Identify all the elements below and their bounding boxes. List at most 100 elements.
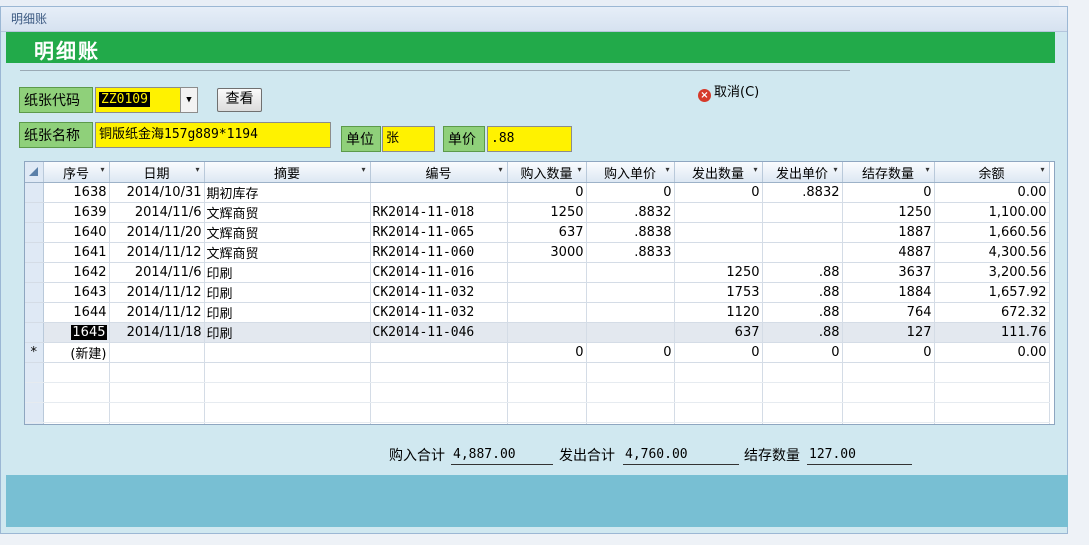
cell-out-price[interactable]: .88 xyxy=(762,322,843,343)
cell-out-qty[interactable]: 0 xyxy=(674,342,763,363)
cell-out-qty[interactable]: 637 xyxy=(674,322,763,343)
cell-in-qty[interactable] xyxy=(507,302,587,323)
cell-in-qty[interactable] xyxy=(507,322,587,343)
cell-out-qty[interactable]: 0 xyxy=(674,182,763,203)
chevron-down-icon[interactable]: ▼ xyxy=(180,88,197,112)
unit-field[interactable]: 张 xyxy=(382,126,435,152)
cell-code[interactable]: CK2014-11-032 xyxy=(370,302,508,323)
cell-code[interactable]: RK2014-11-065 xyxy=(370,222,508,243)
cell-code[interactable]: RK2014-11-060 xyxy=(370,242,508,263)
table-row-current[interactable]: 1645 2014/11/18 印刷 CK2014-11-046 637 .88… xyxy=(25,322,1050,343)
col-seq[interactable]: 序号 ▾ xyxy=(43,162,110,183)
ledger-table[interactable]: 序号 ▾ 日期 ▾ 摘要 ▾ 编号 ▾ 购入数量 ▾ 购入单价 ▾ 发出数量 ▾ 发出单价 ▾ … xyxy=(24,161,1055,425)
cell-in-qty[interactable]: 0 xyxy=(507,342,587,363)
cell-bal-qty[interactable]: 127 xyxy=(842,322,935,343)
col-date[interactable]: 日期 ▾ xyxy=(109,162,205,183)
cell-amount[interactable]: 0.00 xyxy=(934,182,1050,203)
cell-seq[interactable]: 1640 xyxy=(43,222,110,243)
cell-out-qty[interactable]: 1753 xyxy=(674,282,763,303)
cell-seq[interactable]: 1641 xyxy=(43,242,110,263)
row-selector[interactable] xyxy=(25,222,44,243)
table-row[interactable]: 1639 2014/11/6 文辉商贸 RK2014-11-018 1250 .… xyxy=(25,202,1050,223)
price-field[interactable]: .88 xyxy=(487,126,572,152)
cell-date[interactable]: 2014/11/6 xyxy=(109,202,205,223)
cell-summary[interactable]: 印刷 xyxy=(204,302,371,323)
cell-amount[interactable]: 672.32 xyxy=(934,302,1050,323)
cell-summary[interactable]: 文辉商贸 xyxy=(204,222,371,243)
cell-in-price[interactable]: 0 xyxy=(586,342,675,363)
col-in-price[interactable]: 购入单价 ▾ xyxy=(586,162,675,183)
cell-out-qty[interactable]: 1120 xyxy=(674,302,763,323)
cell-in-qty[interactable] xyxy=(507,282,587,303)
cell-seq[interactable]: (新建) xyxy=(43,342,110,363)
row-selector[interactable] xyxy=(25,282,44,303)
cell-seq[interactable]: 1638 xyxy=(43,182,110,203)
cell-date[interactable]: 2014/11/18 xyxy=(109,322,205,343)
cell-in-price[interactable] xyxy=(586,282,675,303)
col-out-price[interactable]: 发出单价 ▾ xyxy=(762,162,843,183)
cell-bal-qty[interactable]: 0 xyxy=(842,342,935,363)
cell-summary[interactable]: 文辉商贸 xyxy=(204,242,371,263)
cell-amount[interactable]: 4,300.56 xyxy=(934,242,1050,263)
paper-name-field[interactable]: 铜版纸金海157g889*1194 xyxy=(95,122,331,148)
table-row[interactable]: 1643 2014/11/12 印刷 CK2014-11-032 1753 .8… xyxy=(25,282,1050,303)
table-row[interactable]: 1638 2014/10/31 期初库存 0 0 0 .8832 0 0.00 xyxy=(25,182,1050,203)
cell-out-price[interactable]: .88 xyxy=(762,302,843,323)
cell-seq[interactable]: 1643 xyxy=(43,282,110,303)
cell-code[interactable] xyxy=(370,342,508,363)
cell-date[interactable]: 2014/11/12 xyxy=(109,242,205,263)
row-selector[interactable] xyxy=(25,322,44,343)
cell-amount[interactable]: 111.76 xyxy=(934,322,1050,343)
row-selector[interactable] xyxy=(25,302,44,323)
cell-out-qty[interactable] xyxy=(674,242,763,263)
col-in-qty[interactable]: 购入数量 ▾ xyxy=(507,162,587,183)
cell-bal-qty[interactable]: 1250 xyxy=(842,202,935,223)
cell-summary[interactable]: 文辉商贸 xyxy=(204,202,371,223)
cancel-button[interactable]: × 取消(C) xyxy=(698,84,759,102)
cell-bal-qty[interactable]: 764 xyxy=(842,302,935,323)
col-amount[interactable]: 余额 ▾ xyxy=(934,162,1050,183)
col-bal-qty[interactable]: 结存数量 ▾ xyxy=(842,162,935,183)
cell-in-qty[interactable]: 3000 xyxy=(507,242,587,263)
col-out-qty[interactable]: 发出数量 ▾ xyxy=(674,162,763,183)
new-record-row[interactable]: * (新建) 0 0 0 0 0 0.00 xyxy=(25,342,1050,363)
cell-date[interactable] xyxy=(109,342,205,363)
cell-seq[interactable]: 1642 xyxy=(43,262,110,283)
cell-amount[interactable]: 3,200.56 xyxy=(934,262,1050,283)
cell-bal-qty[interactable]: 0 xyxy=(842,182,935,203)
cell-in-price[interactable]: .8838 xyxy=(586,222,675,243)
cell-in-qty[interactable]: 1250 xyxy=(507,202,587,223)
cell-date[interactable]: 2014/11/12 xyxy=(109,302,205,323)
col-summary[interactable]: 摘要 ▾ xyxy=(204,162,371,183)
cell-out-price[interactable] xyxy=(762,242,843,263)
table-row[interactable]: 1642 2014/11/6 印刷 CK2014-11-016 1250 .88… xyxy=(25,262,1050,283)
cell-in-qty[interactable]: 0 xyxy=(507,182,587,203)
row-selector[interactable] xyxy=(25,262,44,283)
cell-bal-qty[interactable]: 4887 xyxy=(842,242,935,263)
cell-seq[interactable]: 1639 xyxy=(43,202,110,223)
cell-summary[interactable]: 印刷 xyxy=(204,262,371,283)
cell-summary[interactable]: 印刷 xyxy=(204,282,371,303)
cell-in-price[interactable] xyxy=(586,262,675,283)
cell-code[interactable]: CK2014-11-032 xyxy=(370,282,508,303)
cell-out-qty[interactable] xyxy=(674,222,763,243)
cell-date[interactable]: 2014/10/31 xyxy=(109,182,205,203)
cell-amount[interactable]: 1,100.00 xyxy=(934,202,1050,223)
row-selector[interactable] xyxy=(25,202,44,223)
cell-summary[interactable]: 期初库存 xyxy=(204,182,371,203)
row-selector[interactable] xyxy=(25,242,44,263)
cell-in-price[interactable]: 0 xyxy=(586,182,675,203)
cell-in-price[interactable] xyxy=(586,322,675,343)
row-selector[interactable] xyxy=(25,182,44,203)
select-all-corner[interactable] xyxy=(25,162,44,183)
cell-amount[interactable]: 1,660.56 xyxy=(934,222,1050,243)
cell-out-price[interactable]: .88 xyxy=(762,282,843,303)
cell-date[interactable]: 2014/11/20 xyxy=(109,222,205,243)
paper-code-combo[interactable]: ZZ0109 ▼ xyxy=(95,87,198,113)
cell-in-price[interactable]: .8832 xyxy=(586,202,675,223)
cell-amount[interactable]: 0.00 xyxy=(934,342,1050,363)
view-button[interactable]: 查看 xyxy=(217,88,262,112)
cell-bal-qty[interactable]: 1887 xyxy=(842,222,935,243)
table-row[interactable]: 1640 2014/11/20 文辉商贸 RK2014-11-065 637 .… xyxy=(25,222,1050,243)
cell-seq[interactable]: 1644 xyxy=(43,302,110,323)
